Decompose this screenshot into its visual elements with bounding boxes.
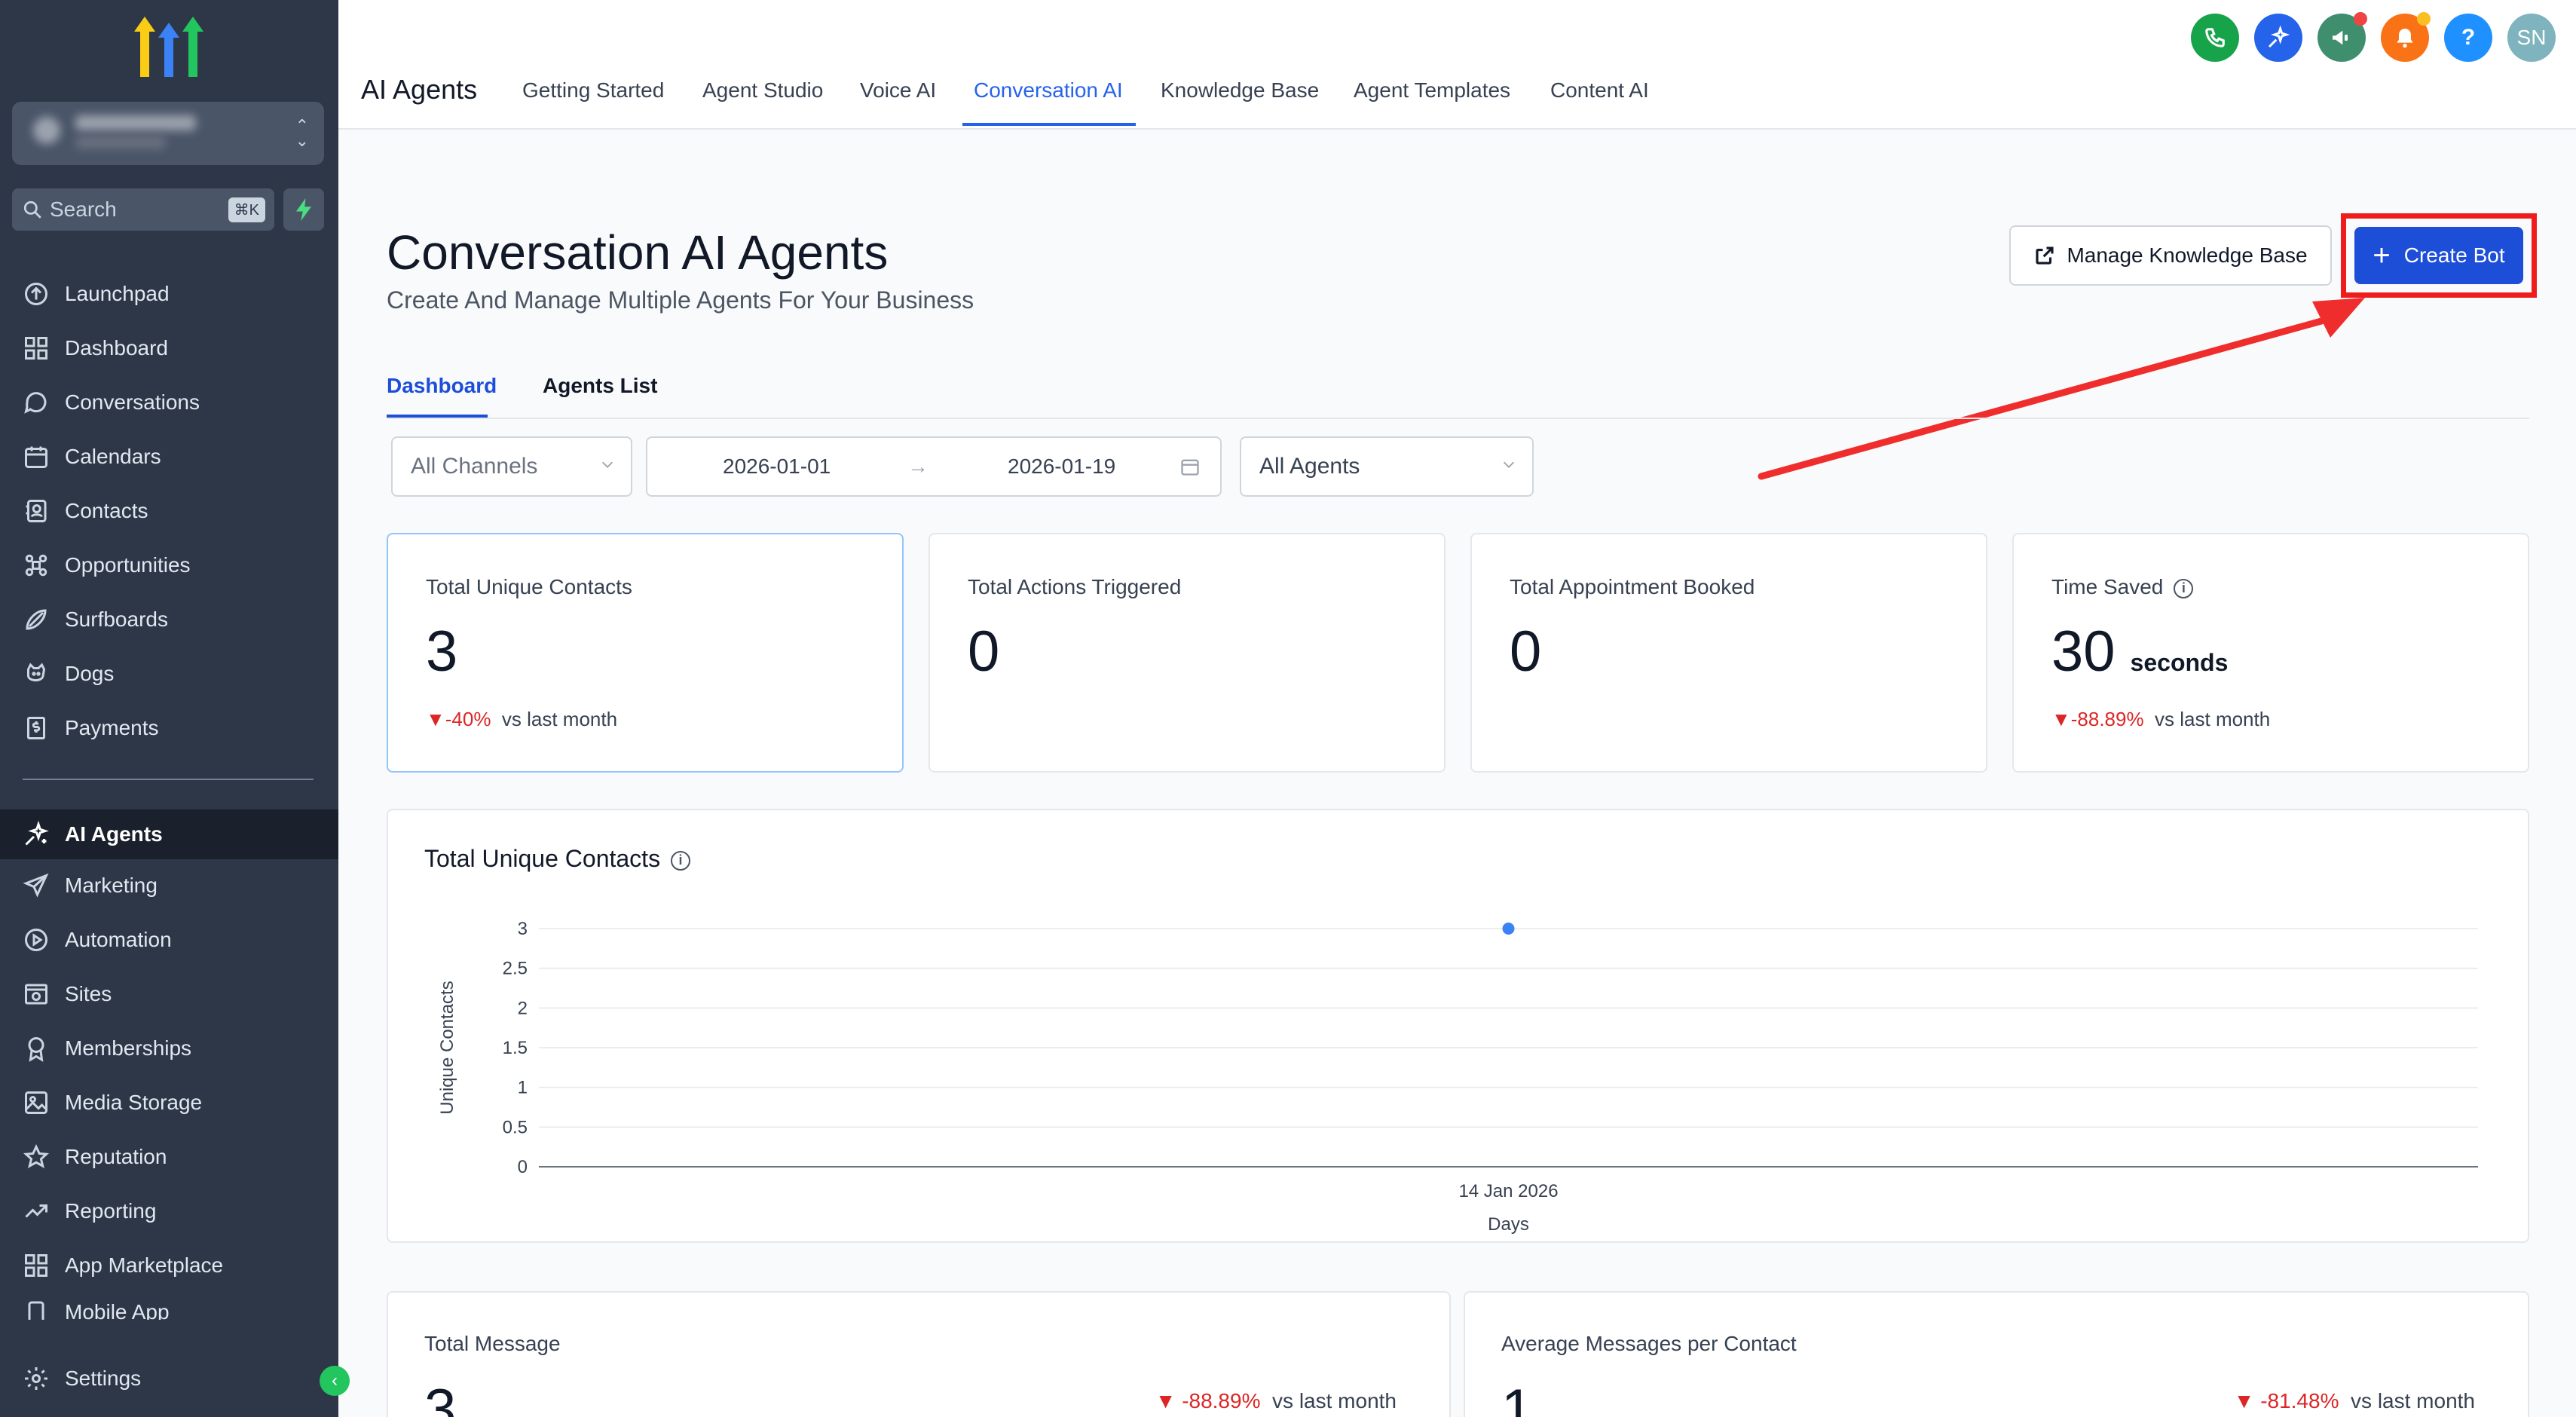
agent-select[interactable]: All Agents — [1240, 436, 1534, 497]
stat-value: 30 — [2051, 620, 2116, 684]
stat-comparison: ▼-88.89% vs last month — [2051, 708, 2270, 731]
stat-compare-label: vs last month — [2155, 708, 2271, 730]
down-triangle-icon: ▼ — [426, 708, 445, 730]
card-value: 3 — [424, 1378, 457, 1417]
stat-title: Time Saved — [2051, 575, 2164, 598]
date-start[interactable]: 2026-01-01 — [723, 454, 831, 479]
chevron-down-icon — [1503, 461, 1515, 468]
date-end[interactable]: 2026-01-19 — [1008, 454, 1115, 479]
y-tick-label: 2 — [518, 998, 528, 1018]
stat-title-row: Time Saved i — [2051, 575, 2194, 599]
calendar-icon — [1181, 459, 1199, 476]
stat-value: 0 — [1510, 620, 1542, 684]
data-point — [1502, 923, 1515, 935]
card-title: Total Message — [424, 1332, 561, 1355]
channel-select-value: All Channels — [411, 454, 538, 479]
card-comparison: ▼ -81.48% vs last month — [2234, 1389, 2475, 1413]
stat-card-time-saved: Time Saved i 30 seconds ▼-88.89% vs last m… — [2012, 533, 2529, 773]
chevron-down-icon — [601, 461, 613, 468]
subtab-dashboard[interactable]: Dashboard — [387, 374, 497, 398]
stat-unit: seconds — [2130, 649, 2229, 676]
arrow-right-icon: → — [907, 454, 929, 478]
card-change: -81.48% — [2260, 1389, 2339, 1412]
card-compare-label: vs last month — [1272, 1389, 1397, 1412]
unique-contacts-chart-card: Total Unique Contacts i 0 0.5 1 1.5 2 2.5 3 14 J… — [387, 809, 2529, 1243]
subtab-agents-list[interactable]: Agents List — [543, 374, 657, 398]
stat-title: Total Appointment Booked — [1510, 575, 1755, 598]
stat-value: 0 — [968, 620, 1000, 684]
down-triangle-icon: ▼ — [1155, 1389, 1182, 1412]
x-tick-label: 14 Jan 2026 — [1458, 1181, 1558, 1201]
stat-change: -40% — [445, 708, 491, 730]
total-message-card: Total Message 3 ▼ -88.89% vs last month — [387, 1291, 1451, 1417]
stat-card-unique-contacts[interactable]: Total Unique Contacts 3 ▼-40% vs last mo… — [387, 533, 904, 773]
agent-select-value: All Agents — [1259, 454, 1360, 479]
stat-value-row: 30 seconds — [2051, 619, 2228, 684]
down-triangle-icon: ▼ — [2051, 708, 2071, 730]
y-tick-label: 2.5 — [503, 959, 528, 979]
stat-comparison: ▼-40% vs last month — [426, 708, 617, 731]
chart-plot: 0 0.5 1 1.5 2 2.5 3 14 Jan 2026 Days Unique Conta… — [437, 919, 2478, 1235]
y-tick-label: 0 — [518, 1157, 528, 1177]
stat-card-actions-triggered: Total Actions Triggered 0 — [929, 533, 1446, 773]
y-tick-label: 3 — [518, 919, 528, 939]
card-comparison: ▼ -88.89% vs last month — [1155, 1389, 1397, 1413]
y-axis-label: Unique Contacts — [437, 981, 457, 1114]
x-axis-label: Days — [1488, 1214, 1529, 1235]
subtab-divider — [387, 418, 2529, 419]
stat-title: Total Actions Triggered — [968, 575, 1182, 598]
stat-compare-label: vs last month — [501, 708, 618, 730]
date-range-picker[interactable]: 2026-01-01 → 2026-01-19 — [646, 436, 1222, 497]
y-tick-label: 1.5 — [503, 1038, 528, 1058]
card-title: Average Messages per Contact — [1501, 1332, 1797, 1355]
avg-messages-card: Average Messages per Contact 1 ▼ -81.48%… — [1464, 1291, 2529, 1417]
down-triangle-icon: ▼ — [2233, 1389, 2261, 1412]
info-icon[interactable]: i — [2174, 578, 2194, 598]
y-tick-label: 0.5 — [503, 1117, 528, 1137]
stat-title: Total Unique Contacts — [426, 575, 632, 598]
stat-value: 3 — [426, 620, 458, 684]
card-compare-label: vs last month — [2351, 1389, 2475, 1412]
y-tick-label: 1 — [518, 1078, 528, 1098]
card-value: 1 — [1501, 1378, 1534, 1417]
stat-change: -88.89% — [2070, 708, 2144, 730]
card-change: -88.89% — [1182, 1389, 1261, 1412]
stat-card-appointments-booked: Total Appointment Booked 0 — [1470, 533, 1987, 773]
channel-select[interactable]: All Channels — [391, 436, 632, 497]
